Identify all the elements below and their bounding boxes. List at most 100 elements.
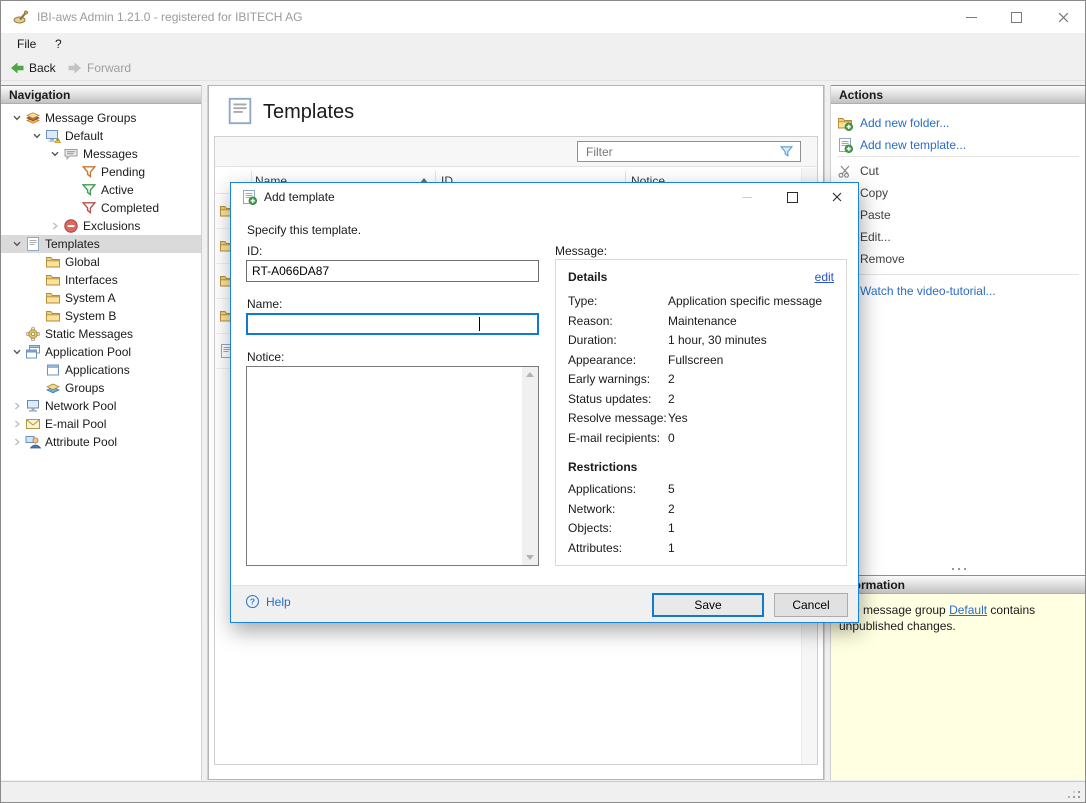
early-warnings-value: 2 bbox=[668, 372, 675, 386]
folder-icon bbox=[45, 272, 63, 288]
tree-item-default[interactable]: Default bbox=[1, 127, 201, 145]
scroll-down-icon[interactable] bbox=[526, 555, 534, 560]
type-value: Application specific message bbox=[668, 294, 822, 308]
action-watch-video-tutorial[interactable]: Watch the video-tutorial... bbox=[831, 280, 1086, 302]
action-edit[interactable]: Edit... bbox=[831, 226, 1086, 248]
tree-item-attribute-pool[interactable]: Attribute Pool bbox=[1, 433, 201, 451]
tree-item-applications[interactable]: Applications bbox=[1, 361, 201, 379]
splitter-dots[interactable] bbox=[952, 568, 954, 570]
chevron-down-icon[interactable] bbox=[9, 113, 25, 123]
dialog-titlebar: Add template bbox=[231, 183, 858, 211]
dialog-minimize-button bbox=[732, 184, 762, 210]
splitter-left[interactable] bbox=[201, 85, 208, 780]
help-link[interactable]: Help bbox=[245, 594, 291, 609]
resolve-message-value: Yes bbox=[668, 411, 688, 425]
tree-item-system-b[interactable]: System B bbox=[1, 307, 201, 325]
tree-item-interfaces[interactable]: Interfaces bbox=[1, 271, 201, 289]
tree-item-groups[interactable]: Groups bbox=[1, 379, 201, 397]
action-remove[interactable]: Remove bbox=[831, 248, 1086, 270]
chevron-right-icon[interactable] bbox=[9, 419, 25, 429]
edit-link[interactable]: edit bbox=[815, 270, 834, 284]
status-bar bbox=[1, 781, 1085, 803]
action-add-new-template[interactable]: Add new template... bbox=[831, 134, 1086, 156]
active-filter-icon bbox=[81, 182, 99, 198]
tree-item-active[interactable]: Active bbox=[1, 181, 201, 199]
window-close-button[interactable] bbox=[1041, 1, 1086, 33]
tree-item-templates[interactable]: Templates bbox=[1, 235, 201, 253]
tree-item-static-messages[interactable]: Static Messages bbox=[1, 325, 201, 343]
action-cut[interactable]: Cut bbox=[831, 160, 1086, 182]
application-window: IBI-aws Admin 1.21.0 - registered for IB… bbox=[0, 0, 1086, 803]
scroll-up-icon[interactable] bbox=[526, 372, 534, 377]
window-maximize-button[interactable] bbox=[994, 1, 1039, 33]
name-label: Name: bbox=[247, 297, 282, 311]
tree-item-pending[interactable]: Pending bbox=[1, 163, 201, 181]
cut-scissors-icon bbox=[837, 163, 853, 179]
message-groups-icon bbox=[25, 110, 43, 126]
resize-grip[interactable] bbox=[1078, 796, 1080, 798]
back-button[interactable]: Back bbox=[5, 56, 60, 80]
chevron-down-icon[interactable] bbox=[9, 347, 25, 357]
help-icon bbox=[245, 594, 260, 609]
notice-label: Notice: bbox=[247, 350, 284, 364]
pending-filter-icon bbox=[81, 164, 99, 180]
chevron-down-icon[interactable] bbox=[29, 131, 45, 141]
tree-item-network-pool[interactable]: Network Pool bbox=[1, 397, 201, 415]
notice-field[interactable] bbox=[246, 366, 539, 566]
objects-value: 1 bbox=[668, 521, 675, 535]
notice-scrollbar[interactable] bbox=[522, 367, 538, 565]
tree-item-global[interactable]: Global bbox=[1, 253, 201, 271]
tree-item-email-pool[interactable]: E-mail Pool bbox=[1, 415, 201, 433]
network-pool-icon bbox=[25, 398, 43, 414]
information-body: The message group Default contains unpub… bbox=[831, 594, 1086, 780]
chevron-down-icon[interactable] bbox=[47, 149, 63, 159]
actions-header: Actions bbox=[831, 85, 1086, 104]
attributes-value: 1 bbox=[668, 541, 675, 555]
duration-value: 1 hour, 30 minutes bbox=[668, 333, 767, 347]
filter-input[interactable] bbox=[577, 141, 801, 162]
back-arrow-icon bbox=[9, 60, 25, 76]
name-field[interactable] bbox=[246, 313, 539, 335]
dialog-title: Add template bbox=[264, 183, 335, 211]
id-field[interactable] bbox=[246, 260, 539, 282]
tree-item-messages[interactable]: Messages bbox=[1, 145, 201, 163]
add-folder-icon bbox=[837, 115, 853, 131]
chevron-down-icon[interactable] bbox=[9, 239, 25, 249]
default-group-link[interactable]: Default bbox=[949, 603, 987, 617]
network-value: 2 bbox=[668, 502, 675, 516]
filter-funnel-icon[interactable] bbox=[779, 144, 794, 159]
dialog-close-button[interactable] bbox=[822, 184, 852, 210]
add-template-dialog: Add template Specify this template. ID: … bbox=[230, 182, 859, 623]
templates-icon bbox=[25, 236, 43, 252]
attribute-pool-icon bbox=[25, 434, 43, 450]
cancel-button[interactable]: Cancel bbox=[774, 593, 848, 617]
navigation-panel: Navigation Message Groups Default Messag… bbox=[1, 85, 201, 780]
chevron-right-icon[interactable] bbox=[9, 401, 25, 411]
chevron-right-icon[interactable] bbox=[47, 221, 63, 231]
dialog-maximize-button[interactable] bbox=[777, 184, 807, 210]
action-copy[interactable]: Copy bbox=[831, 182, 1086, 204]
tree-item-exclusions[interactable]: Exclusions bbox=[1, 217, 201, 235]
folder-icon bbox=[45, 308, 63, 324]
tree-item-completed[interactable]: Completed bbox=[1, 199, 201, 217]
reason-value: Maintenance bbox=[668, 314, 737, 328]
messages-icon bbox=[63, 146, 81, 162]
chevron-right-icon[interactable] bbox=[9, 437, 25, 447]
tree-item-system-a[interactable]: System A bbox=[1, 289, 201, 307]
information-header: Information bbox=[831, 575, 1086, 594]
appearance-value: Fullscreen bbox=[668, 353, 723, 367]
window-minimize-button[interactable] bbox=[949, 1, 994, 33]
tree-item-application-pool[interactable]: Application Pool bbox=[1, 343, 201, 361]
action-add-new-folder[interactable]: Add new folder... bbox=[831, 112, 1086, 134]
menu-file[interactable]: File bbox=[11, 33, 42, 56]
menu-help[interactable]: ? bbox=[49, 33, 68, 56]
status-updates-value: 2 bbox=[668, 392, 675, 406]
restrictions-heading: Restrictions bbox=[568, 460, 834, 474]
action-paste[interactable]: Paste bbox=[831, 204, 1086, 226]
save-button[interactable]: Save bbox=[652, 593, 764, 617]
folder-icon bbox=[45, 290, 63, 306]
forward-button[interactable]: Forward bbox=[63, 56, 135, 80]
dialog-subtitle: Specify this template. bbox=[247, 223, 361, 237]
tree-item-message-groups[interactable]: Message Groups bbox=[1, 109, 201, 127]
message-group-icon bbox=[45, 128, 63, 144]
